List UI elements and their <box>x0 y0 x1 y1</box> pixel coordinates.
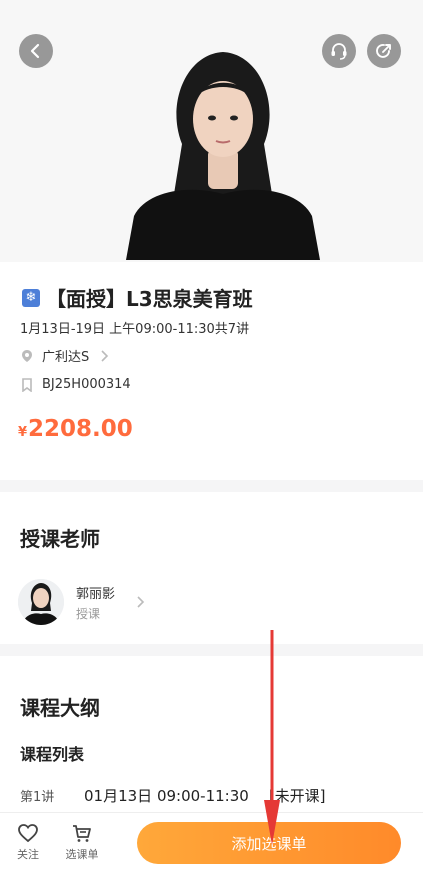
teacher-section-title: 授课老师 <box>20 527 100 551</box>
price-symbol: ¥ <box>18 425 28 440</box>
course-hero: ❄ 【面授】L3思泉美育班 1月13日-19日 上午09:00-11:30共7讲… <box>0 0 423 480</box>
course-code-row: BJ25H000314 <box>20 377 131 392</box>
annotation-arrow-icon <box>264 630 280 845</box>
follow-label: 关注 <box>17 848 39 861</box>
cart-label: 选课单 <box>65 848 99 861</box>
teacher-photo <box>126 44 320 260</box>
chevron-right-icon <box>101 349 109 362</box>
course-cart-button[interactable]: 选课单 <box>62 823 102 862</box>
outline-section-title: 课程大纲 <box>20 696 100 720</box>
price-value: 2208.00 <box>28 416 133 442</box>
location-row[interactable]: 广利达S <box>20 346 109 365</box>
headset-icon <box>331 43 347 60</box>
share-button[interactable] <box>367 34 401 68</box>
share-icon <box>376 44 391 58</box>
customer-service-button[interactable] <box>322 34 356 68</box>
teacher-row[interactable]: 郭丽影 授课 <box>18 578 398 626</box>
cart-icon <box>73 825 91 842</box>
course-title-text: 【面授】L3思泉美育班 <box>46 287 253 311</box>
back-button[interactable] <box>19 34 53 68</box>
chevron-right-icon <box>137 596 145 608</box>
bookmark-icon <box>22 377 32 392</box>
follow-button[interactable]: 关注 <box>8 823 48 862</box>
location-pin-icon <box>22 349 32 362</box>
avatar <box>18 579 64 625</box>
location-text: 广利达S <box>42 350 90 365</box>
chevron-left-icon <box>30 43 40 59</box>
heart-icon <box>18 824 38 843</box>
course-code: BJ25H000314 <box>42 377 131 392</box>
course-title: ❄ 【面授】L3思泉美育班 <box>22 283 253 312</box>
teacher-name: 郭丽影 <box>76 586 116 602</box>
lesson-time: 01月13日 09:00-11:30 <box>84 787 249 805</box>
snowflake-icon: ❄ <box>22 288 40 307</box>
teacher-photo-area <box>0 0 423 262</box>
lesson-list-title: 课程列表 <box>20 745 85 764</box>
lesson-index: 第1讲 <box>20 790 55 805</box>
course-price: ¥2208.00 <box>18 416 133 442</box>
course-schedule: 1月13日-19日 上午09:00-11:30共7讲 <box>20 322 250 337</box>
teacher-role: 授课 <box>76 606 101 621</box>
